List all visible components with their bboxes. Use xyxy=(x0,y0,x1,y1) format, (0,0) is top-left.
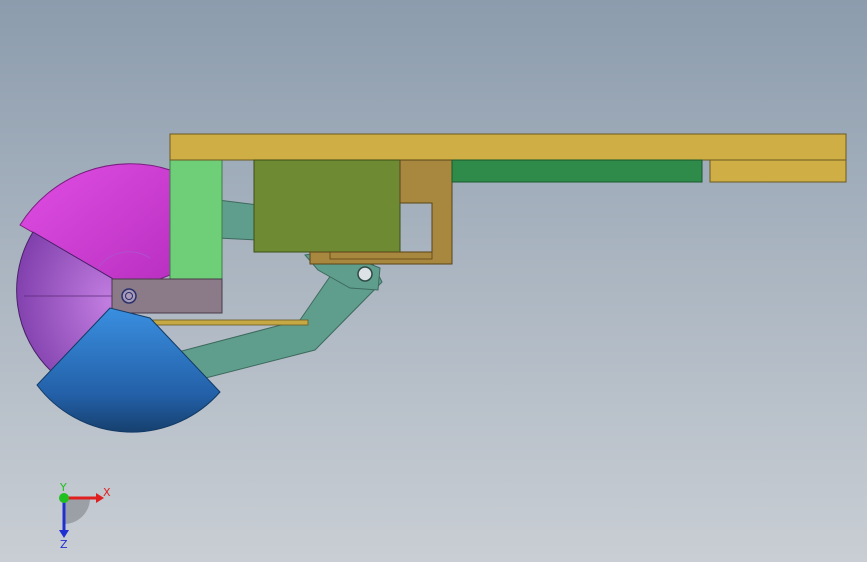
pivot-pin[interactable] xyxy=(357,266,373,282)
thin-rod[interactable] xyxy=(149,319,309,326)
triad-shadow xyxy=(64,498,90,524)
graphics-viewport[interactable]: X Y Z xyxy=(0,0,867,562)
coordinate-triad: X Y Z xyxy=(59,481,111,550)
upper-link[interactable] xyxy=(217,199,259,241)
mechanism-model[interactable] xyxy=(0,0,867,562)
y-axis-dot xyxy=(59,493,69,503)
top-plate[interactable] xyxy=(169,133,847,161)
z-axis-arrow xyxy=(59,530,69,538)
olive-block[interactable] xyxy=(253,159,401,253)
green-column[interactable] xyxy=(169,159,223,281)
slider-pin-outer[interactable] xyxy=(121,288,137,304)
right-plate[interactable] xyxy=(709,159,847,183)
y-axis-label: Y xyxy=(59,481,67,494)
dark-green-bar[interactable] xyxy=(451,159,703,183)
z-axis-label: Z xyxy=(60,538,68,550)
x-axis-label: X xyxy=(103,486,111,499)
